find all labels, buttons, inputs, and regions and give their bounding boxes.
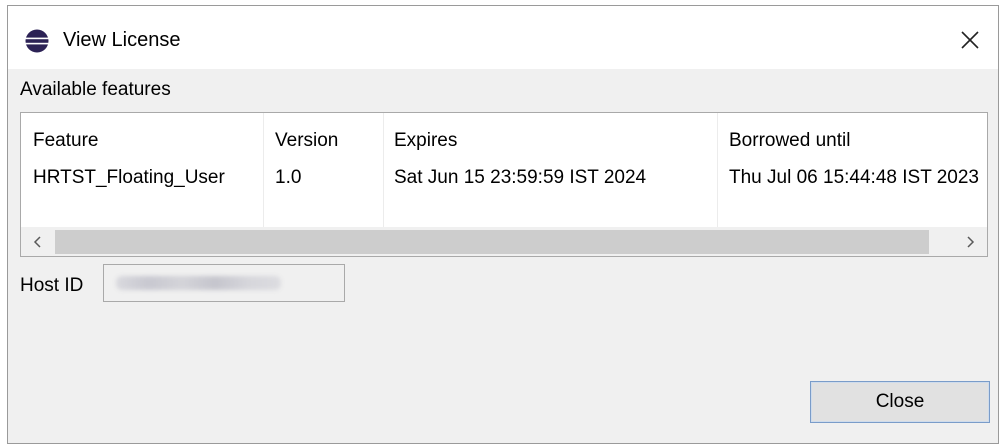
available-features-label: Available features [20, 79, 171, 100]
dialog-title: View License [63, 29, 181, 51]
close-button[interactable]: Close [810, 381, 990, 423]
scroll-right-button[interactable] [953, 227, 987, 256]
column-separator [383, 113, 384, 228]
chevron-left-icon [33, 236, 41, 248]
column-separator [717, 113, 718, 228]
chevron-right-icon [967, 236, 975, 248]
title-bar: View License [8, 6, 998, 69]
column-header-version[interactable]: Version [275, 129, 338, 153]
column-header-borrowed-until[interactable]: Borrowed until [729, 129, 850, 153]
column-separator [263, 113, 264, 228]
cell-borrowed-until: Thu Jul 06 15:44:48 IST 2023 [729, 167, 979, 188]
column-header-feature[interactable]: Feature [33, 129, 98, 153]
cell-version: 1.0 [275, 167, 302, 188]
close-icon[interactable] [957, 27, 983, 53]
scrollbar-thumb[interactable] [55, 230, 929, 254]
cell-expires: Sat Jun 15 23:59:59 IST 2024 [394, 167, 647, 188]
host-id-label: Host ID [20, 275, 84, 296]
cell-feature: HRTST_Floating_User [33, 167, 225, 188]
host-id-field[interactable] [103, 264, 345, 302]
view-license-dialog: View License Available features Feature … [7, 5, 999, 444]
page: View License Available features Feature … [0, 0, 1005, 445]
features-table[interactable]: Feature Version Expires Borrowed until H… [20, 112, 988, 257]
scroll-left-button[interactable] [21, 227, 55, 256]
eclipse-icon [25, 29, 49, 53]
horizontal-scrollbar[interactable] [21, 227, 987, 256]
column-header-expires[interactable]: Expires [394, 129, 457, 153]
